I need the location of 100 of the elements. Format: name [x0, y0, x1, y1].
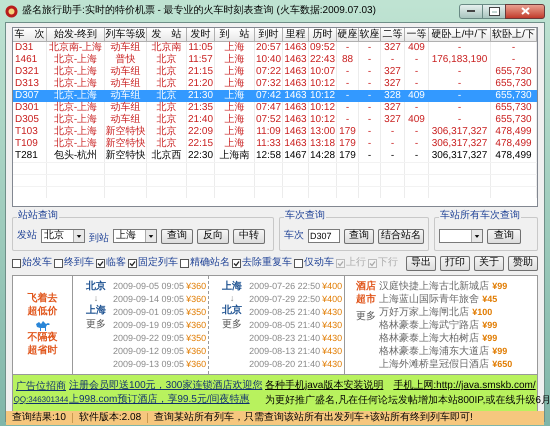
- column-header[interactable]: 历时: [309, 28, 337, 42]
- filter-checkbox[interactable]: [12, 258, 21, 268]
- filter-checkbox[interactable]: [232, 258, 241, 268]
- fare-price: ¥400: [322, 295, 342, 304]
- fare-date[interactable]: 2009-09-05 09:05: [113, 282, 184, 291]
- table-cell: T281: [13, 150, 47, 162]
- table-cell: 327: [381, 114, 405, 126]
- fare-date[interactable]: 2009-09-01 09:05: [113, 308, 184, 317]
- minimize-button[interactable]: [459, 4, 483, 18]
- route-city[interactable]: 北京: [86, 280, 106, 293]
- table-cell: 13:00: [309, 126, 337, 138]
- table-row[interactable]: D301 北京-上海 动车组 北京 21:35 上海 07:47 1463 10:12 - - 327 - - 655,730: [13, 102, 537, 114]
- fare-date[interactable]: 2009-09-13 09:05: [113, 360, 184, 369]
- hotel-name[interactable]: 格林豪泰上海武宁路店: [379, 320, 480, 330]
- query-button[interactable]: 反向: [197, 228, 229, 244]
- query-button[interactable]: 关于: [474, 256, 504, 270]
- query-button[interactable]: 结合站名: [378, 228, 424, 244]
- fare-date[interactable]: 2009-09-19 09:05: [113, 321, 184, 330]
- fare-date[interactable]: 2009-09-22 09:05: [113, 334, 184, 343]
- hotel-name[interactable]: 汉庭快捷上海古北新城店: [379, 282, 490, 292]
- table-cell: 北京: [147, 114, 187, 126]
- hotel-name[interactable]: 格林豪泰上海浦东大道店: [379, 346, 490, 356]
- column-header[interactable]: 二等: [381, 28, 405, 42]
- filter-checkbox[interactable]: [128, 258, 137, 268]
- column-header[interactable]: 一等: [405, 28, 429, 42]
- column-header[interactable]: 始发-终到: [47, 28, 105, 42]
- column-header[interactable]: 硬座: [337, 28, 359, 42]
- slogan-text: 超低价: [28, 306, 58, 318]
- table-row[interactable]: D321 北京-上海 动车组 北京 21:15 上海 07:22 1463 10:07 - - 327 - - 655,730: [13, 66, 537, 78]
- table-cell: 478,499: [491, 138, 537, 150]
- fare-date[interactable]: 2009-09-12 09:05: [113, 347, 184, 356]
- mobile-link[interactable]: 手机上网:http://java.smskb.com/: [393, 378, 536, 393]
- maximize-button[interactable]: [483, 4, 505, 18]
- fare-date[interactable]: 2009-08-23 21:40: [249, 334, 320, 343]
- query-button[interactable]: 查询: [487, 228, 521, 244]
- column-header[interactable]: 硬卧上/中/下: [429, 28, 491, 42]
- column-header[interactable]: 到 站: [215, 28, 255, 42]
- table-cell: -: [381, 150, 405, 162]
- fare-date[interactable]: 2009-09-14 09:05: [113, 295, 184, 304]
- status-text: 软件版本:2.08: [72, 413, 148, 423]
- table-cell: 07:52: [255, 114, 283, 126]
- hotel-name[interactable]: 万好万家上海闸北店: [379, 308, 470, 318]
- column-header[interactable]: 里程: [283, 28, 309, 42]
- query-button[interactable]: 打印: [440, 256, 470, 270]
- query-button[interactable]: 导出: [406, 256, 436, 270]
- close-button[interactable]: [505, 4, 545, 18]
- column-header[interactable]: 到时: [255, 28, 283, 42]
- hotel-name[interactable]: 上海外滩桥皇冠假日酒店: [379, 360, 490, 370]
- query-button[interactable]: 赞助: [508, 256, 538, 270]
- query-button[interactable]: 中转: [233, 228, 265, 244]
- column-header[interactable]: 软座: [359, 28, 381, 42]
- route-city[interactable]: 上海: [222, 280, 242, 293]
- station-dropdown[interactable]: 北京: [41, 229, 85, 243]
- java-link[interactable]: 各种手机java版本安装说明: [265, 378, 384, 393]
- station-dropdown[interactable]: 上海: [113, 229, 157, 243]
- fare-price: ¥430: [322, 321, 342, 330]
- table-cell: 新空特快: [105, 138, 147, 150]
- promo-link[interactable]: 注册会员即送100元，300家连锁酒店欢迎您: [69, 379, 262, 393]
- fare-date[interactable]: 2009-07-26 22:50: [249, 282, 320, 291]
- table-cell: -: [337, 114, 359, 126]
- more-link[interactable]: 更多: [222, 317, 242, 332]
- station-dropdown[interactable]: [439, 229, 483, 243]
- filter-checkbox[interactable]: [54, 258, 63, 268]
- route-city[interactable]: 北京: [222, 304, 242, 317]
- camel-icon: [34, 319, 52, 331]
- column-header[interactable]: 发时: [187, 28, 215, 42]
- fare-date[interactable]: 2009-07-29 22:50: [249, 295, 320, 304]
- table-cell: 21:40: [187, 114, 215, 126]
- query-button[interactable]: 查询: [344, 228, 374, 244]
- fare-date[interactable]: 2009-08-13 21:40: [249, 347, 320, 356]
- route-city[interactable]: 上海: [86, 304, 106, 317]
- table-cell: 新空特快: [105, 126, 147, 138]
- table-row[interactable]: T109 北京-上海 新空特快 北京 22:15 上海 11:33 1463 13:18 179 - - - 306,317,327 478,499: [13, 138, 537, 150]
- status-text: 查询某站所有列车，只需查询该站所有出发列车+该站所有终到列车即可!: [153, 413, 474, 423]
- filter-checkbox[interactable]: [294, 258, 303, 268]
- table-cell: 409: [405, 42, 429, 54]
- more-link[interactable]: 更多: [86, 317, 106, 332]
- check-icon: [97, 260, 104, 266]
- table-row[interactable]: D305 北京-上海 动车组 北京 21:40 上海 07:52 1463 10:12 - - 327 409 - 655,730: [13, 114, 537, 126]
- ad-title[interactable]: 广告位招商: [16, 380, 66, 394]
- table-row[interactable]: T103 北京-上海 新空特快 北京 22:09 上海 11:09 1463 13:00 179 - - - 306,317,327 478,499: [13, 126, 537, 138]
- hotel-name[interactable]: 上海蓝山国际青年旅舍: [379, 294, 480, 304]
- promo-link[interactable]: 上998.com预订酒店，享99.5元/间夜特惠: [69, 393, 250, 407]
- query-button[interactable]: 查询: [161, 228, 193, 244]
- table-row[interactable]: 1461 北京-上海 普快 北京 11:57 上海 10:40 1463 22:43 88 - - - 176,183,190 -: [13, 54, 537, 66]
- column-header[interactable]: 列车等级: [105, 28, 147, 42]
- train-number-field[interactable]: D307: [308, 229, 340, 243]
- fare-date[interactable]: 2009-08-25 21:40: [249, 308, 320, 317]
- column-header[interactable]: 车 次: [13, 28, 47, 42]
- column-header[interactable]: 软卧上/下: [491, 28, 537, 42]
- column-header[interactable]: 发 站: [147, 28, 187, 42]
- table-cell: 北京-上海: [47, 66, 105, 78]
- hotel-name[interactable]: 格林豪泰上海大柏树店: [379, 334, 480, 344]
- more-link[interactable]: 更多: [356, 310, 376, 323]
- fare-date[interactable]: 2009-08-05 21:40: [249, 321, 320, 330]
- fare-date[interactable]: 2009-08-20 21:40: [249, 360, 320, 369]
- table-row[interactable]: T281 包头-杭州 新空特快 北京西 22:30 上海南 12:58 1467 14:28 179 - - - 306,317,327 478,499: [13, 150, 537, 162]
- filter-checkbox[interactable]: [96, 258, 105, 268]
- filter-checkbox[interactable]: [180, 258, 189, 268]
- table-row[interactable]: D31 北京南-上海 动车组 北京南 11:05 上海 20:57 1463 09:52 - - 327 409 - -: [13, 42, 537, 54]
